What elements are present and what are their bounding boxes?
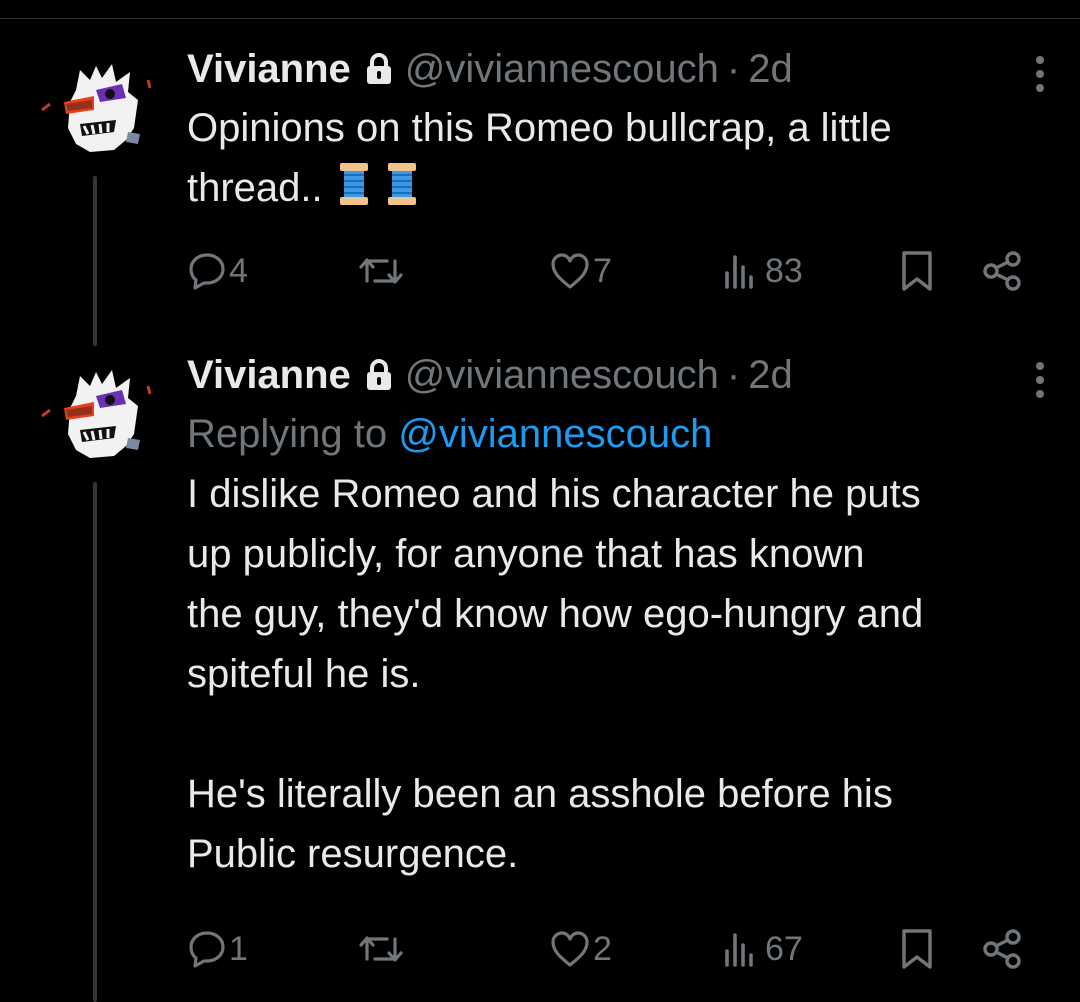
bookmark-button[interactable]: [899, 924, 935, 974]
share-button[interactable]: [981, 246, 1025, 296]
retweet-button[interactable]: [357, 246, 405, 296]
tweet-header: Vivianne @viviannescouch · 2d: [187, 40, 1047, 98]
tweet-actions: 1 2 67: [187, 924, 1047, 974]
like-button[interactable]: 7: [549, 246, 612, 296]
reply-icon: [189, 931, 225, 968]
lock-icon: [366, 359, 391, 390]
retweet-button[interactable]: [357, 924, 405, 974]
tweet-actions: 4 7 83: [187, 246, 1047, 296]
display-name[interactable]: Vivianne: [187, 353, 351, 398]
like-count: 7: [593, 251, 612, 290]
views-button[interactable]: 67: [721, 924, 803, 974]
replying-to-mention[interactable]: @viviannescouch: [398, 412, 712, 456]
analytics-icon: [725, 255, 753, 289]
tweet-1[interactable]: Vivianne @viviannescouch · 2d Opinions o…: [0, 0, 1080, 346]
thread-line: [93, 176, 97, 346]
heart-icon: [551, 931, 589, 967]
timestamp[interactable]: 2d: [748, 353, 793, 398]
bookmark-icon: [902, 929, 932, 969]
reply-icon: [189, 253, 225, 290]
reply-count: 1: [229, 929, 248, 968]
more-options-icon[interactable]: [1034, 360, 1046, 400]
tweet-2[interactable]: Vivianne @viviannescouch · 2d Replying t…: [0, 340, 1080, 1002]
timestamp[interactable]: 2d: [748, 47, 793, 92]
reply-button[interactable]: 4: [187, 246, 248, 296]
bookmark-icon: [902, 251, 932, 291]
tweet-text: Opinions on this Romeo bullcrap, a littl…: [187, 98, 1047, 218]
lock-icon: [366, 53, 391, 84]
tweet-header: Vivianne @viviannescouch · 2d: [187, 346, 1047, 404]
share-icon: [983, 929, 1021, 969]
spool-of-thread-emoji: [339, 163, 368, 205]
tweet-text: I dislike Romeo and his character he put…: [187, 472, 924, 876]
heart-icon: [551, 253, 589, 289]
share-button[interactable]: [981, 924, 1025, 974]
view-count: 67: [765, 929, 803, 968]
replying-to-label: Replying to: [187, 412, 388, 456]
share-icon: [983, 251, 1021, 291]
spool-of-thread-emoji: [387, 163, 416, 205]
avatar[interactable]: [30, 58, 160, 162]
view-count: 83: [765, 251, 803, 290]
reply-button[interactable]: 1: [187, 924, 248, 974]
like-button[interactable]: 2: [549, 924, 612, 974]
username[interactable]: @viviannescouch: [405, 353, 719, 398]
tweet-text-body: Opinions on this Romeo bullcrap, a littl…: [187, 106, 892, 210]
retweet-icon: [359, 936, 403, 962]
views-button[interactable]: 83: [721, 246, 803, 296]
reply-count: 4: [229, 251, 248, 290]
username[interactable]: @viviannescouch: [405, 47, 719, 92]
thread-line: [93, 482, 97, 1002]
separator: ·: [726, 352, 741, 397]
analytics-icon: [725, 933, 753, 967]
replying-to: Replying to @viviannescouch: [187, 404, 1047, 464]
display-name[interactable]: Vivianne: [187, 47, 351, 92]
bookmark-button[interactable]: [899, 246, 935, 296]
retweet-icon: [359, 258, 403, 284]
like-count: 2: [593, 929, 612, 968]
more-options-icon[interactable]: [1034, 54, 1046, 94]
avatar[interactable]: [30, 364, 160, 468]
separator: ·: [726, 46, 741, 91]
